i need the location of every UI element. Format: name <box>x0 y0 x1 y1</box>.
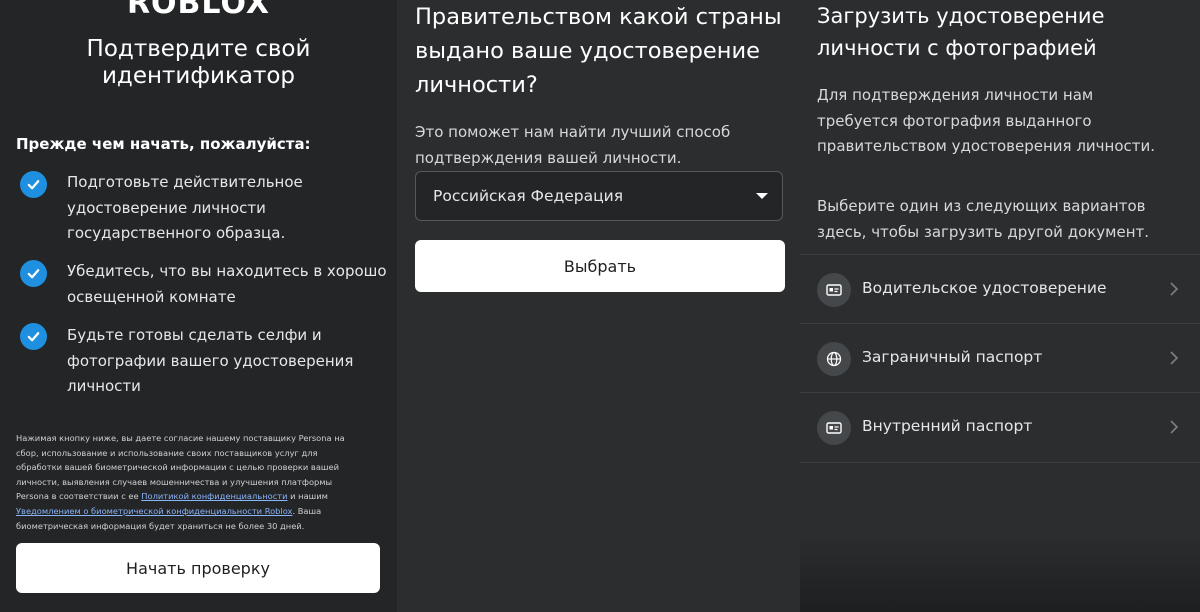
chevron-right-icon <box>1170 351 1179 365</box>
globe-icon <box>817 342 851 376</box>
country-select-value: Российская Федерация <box>433 187 624 205</box>
checklist-item: Будьте готовы сделать селфи и фотографии… <box>67 326 354 395</box>
checklist-item: Подготовьте действительное удостоверение… <box>67 173 303 242</box>
id-card-icon <box>817 273 851 307</box>
checklist-item: Убедитесь, что вы находитесь в хорошо ос… <box>67 262 387 306</box>
country-select-panel: Правительством какой страны выдано ваше … <box>397 0 800 612</box>
bottom-fade <box>800 532 1200 612</box>
privacy-policy-link[interactable]: Политикой конфиденциальности <box>141 491 287 501</box>
option-international-passport[interactable]: Заграничный паспорт <box>800 323 1200 393</box>
caret-down-icon <box>756 193 768 199</box>
page-title: Подтвердите свой идентификатор <box>86 36 311 89</box>
upload-id-description: Для подтверждения личности нам требуется… <box>817 86 1156 155</box>
chevron-right-icon <box>1170 420 1179 434</box>
option-label: Водительское удостоверение <box>862 279 1107 297</box>
upload-id-panel: Загрузить удостоверение личности с фотог… <box>800 0 1200 612</box>
checkmark-icon <box>20 323 47 350</box>
option-label: Заграничный паспорт <box>862 348 1043 366</box>
country-question-subtitle: Это поможет нам найти лучший способ подт… <box>415 123 731 167</box>
checkmark-icon <box>20 171 47 198</box>
option-label: Внутренний паспорт <box>862 417 1033 435</box>
start-verification-button[interactable]: Начать проверку <box>16 543 380 593</box>
chevron-right-icon <box>1170 282 1179 296</box>
consent-text: Нажимая кнопку ниже, вы даете согласие н… <box>16 433 345 531</box>
choose-button[interactable]: Выбрать <box>415 240 785 292</box>
option-drivers-license[interactable]: Водительское удостоверение <box>800 254 1200 324</box>
upload-id-hint: Выберите один из следующих вариантов зде… <box>817 197 1150 241</box>
option-internal-passport[interactable]: Внутренний паспорт <box>800 392 1200 463</box>
id-card-icon <box>817 411 851 445</box>
country-select[interactable]: Российская Федерация <box>415 171 783 221</box>
before-heading: Прежде чем начать, пожалуйста: <box>16 135 311 153</box>
roblox-logo: ROBLOX <box>126 0 271 21</box>
country-question-title: Правительством какой страны выдано ваше … <box>415 4 782 98</box>
upload-id-title: Загрузить удостоверение личности с фотог… <box>817 4 1105 60</box>
checkmark-icon <box>20 260 47 287</box>
verify-intro-panel: ROBLOX Подтвердите свой идентификатор Пр… <box>0 0 397 612</box>
biometric-notice-link[interactable]: Уведомлением о биометрической конфиденци… <box>16 506 292 516</box>
